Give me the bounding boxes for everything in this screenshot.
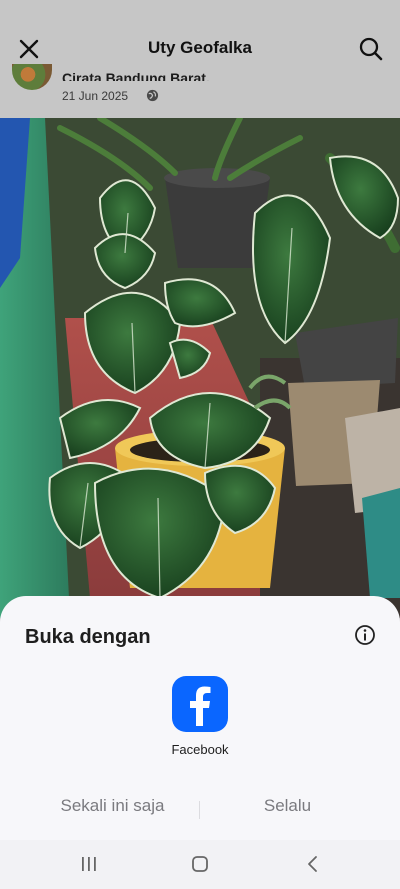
action-divider [199,801,200,819]
recents-button[interactable] [74,852,104,876]
plant-photo [0,118,400,618]
app-bar: Uty Geofalka Cirata Bandung Barat. 21 Ju… [0,0,400,118]
open-with-sheet: Buka dengan Facebook Sekali ini saja Sel… [0,596,400,840]
recents-icon [82,857,96,871]
post-date: 21 Jun 2025 [62,89,129,103]
back-button[interactable] [298,852,328,876]
post-location[interactable]: Cirata Bandung Barat. [62,66,210,81]
just-once-button[interactable]: Sekali ini saja [40,796,185,816]
always-button[interactable]: Selalu [215,796,360,816]
avatar[interactable] [12,64,52,90]
post-photo[interactable] [0,118,400,618]
app-label: Facebook [171,742,229,757]
back-icon [308,856,317,872]
info-icon [355,625,375,645]
info-button[interactable] [354,624,376,646]
globe-icon [146,89,159,102]
home-button[interactable] [185,852,215,876]
home-icon [192,856,208,872]
system-nav-bar [0,840,400,889]
sheet-title: Buka dengan [25,626,151,648]
search-icon [359,37,383,61]
page-title: Uty Geofalka [148,38,252,57]
search-button[interactable] [356,34,386,64]
app-option-facebook[interactable]: Facebook [150,674,250,760]
facebook-icon [172,676,228,732]
